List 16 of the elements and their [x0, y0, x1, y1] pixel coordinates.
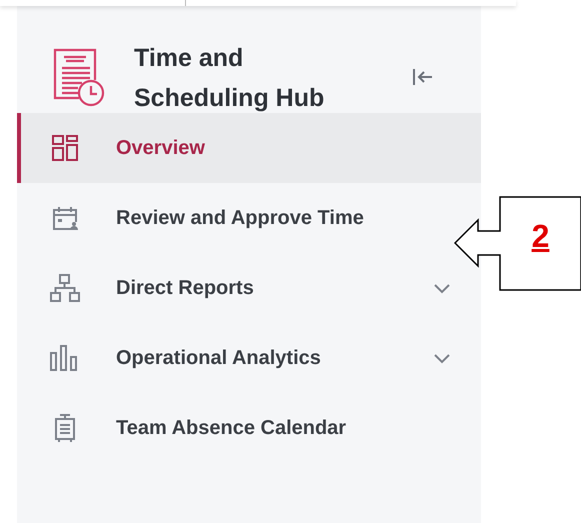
nav-item[interactable]: Team Absence Calendar [17, 393, 481, 463]
chevron-icon[interactable] [433, 352, 451, 364]
nav-item[interactable]: Direct Reports [17, 253, 481, 323]
bar-chart-icon [50, 345, 80, 371]
luggage-icon [54, 413, 76, 443]
callout-number: 2 [532, 218, 550, 255]
collapse-sidebar-icon[interactable] [412, 67, 434, 87]
hierarchy-icon [50, 274, 80, 302]
app-title: Time and Scheduling Hub [134, 43, 326, 114]
calendar-person-icon [52, 205, 78, 231]
nav-item[interactable]: Review and Approve Time [17, 183, 481, 253]
nav-item[interactable]: Overview [17, 113, 481, 183]
nav-item[interactable]: Operational Analytics [17, 323, 481, 393]
chevron-icon[interactable] [433, 282, 451, 294]
dashboard-icon [52, 135, 78, 161]
timesheet-clock-icon [53, 48, 105, 108]
